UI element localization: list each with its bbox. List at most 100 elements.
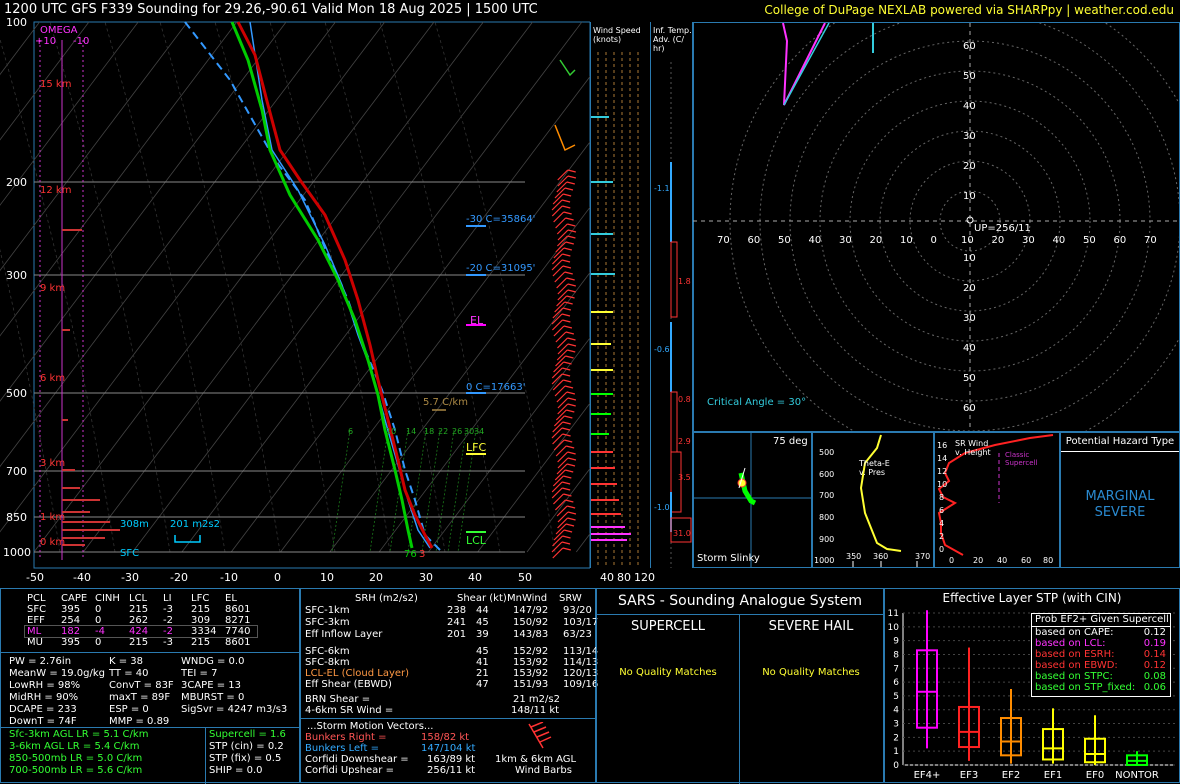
height-label: 15 km [40, 79, 72, 90]
slinky-angle: 75 deg [773, 436, 808, 447]
hodo-x-tick: 0 [930, 235, 937, 246]
cell: 0 [95, 615, 102, 626]
sr-ytick: 14 [937, 454, 948, 463]
sfc-temp-value: 3 [419, 549, 426, 560]
kin-cell: 109/16 [563, 679, 599, 690]
sfc-label: SFC [120, 548, 140, 559]
sars-panel: SARS - Sounding Analogue System SUPERCEL… [596, 588, 884, 784]
stp-y-tick: 0 [893, 761, 899, 771]
thermo-value: TEI = 7 [181, 668, 218, 679]
mixing-label: 18 [424, 427, 435, 436]
kin-cell: 93/20 [563, 605, 592, 616]
temp-tick: -30 [121, 571, 139, 584]
lapse-rate-label: 5.7 C/km [423, 397, 468, 408]
kin-cell: 44 [476, 605, 489, 616]
pressure-tick: 700 [6, 465, 27, 478]
thermo-value: 3CAPE = 13 [181, 680, 241, 691]
pressure-tick: 300 [6, 269, 27, 282]
legend-value: 0.06 [1143, 682, 1166, 693]
hodo-trace-mid [783, 23, 830, 106]
cell: 395 [61, 604, 81, 615]
stp-y-tick: 9 [893, 637, 899, 647]
freezing-label: -20 C=31095' [466, 263, 536, 274]
thermo-value: MBURST = 0 [181, 692, 245, 703]
divider [1, 652, 299, 653]
thermo-col-2: K = 38 TT = 40 ConvT = 83F maxT = 89F ES… [109, 656, 174, 728]
wind-speed-tick: 40 [600, 571, 614, 584]
freezing-label: -30 C=35864' [466, 214, 536, 225]
lapse-rates: Sfc-3km AGL LR = 5.1 C/km 3-6km AGL LR =… [9, 729, 148, 777]
theta-e-ytick: 900 [819, 535, 835, 544]
thermo-value: SigSvr = 4247 m3/s3 [181, 704, 288, 715]
hazard-value: MARGINAL [1085, 489, 1155, 504]
hodo-x-tick: 40 [1052, 235, 1066, 246]
slinky-label: Storm Slinky [697, 553, 760, 564]
theta-e-label: Theta-E v. Pres [859, 459, 890, 477]
legend-row: based on ESRH: 0.14 [1032, 649, 1170, 660]
temp-tick: -10 [220, 571, 238, 584]
cell: 3334 [191, 626, 217, 637]
freezing-label: 0 C=17663' [466, 382, 526, 393]
composite-value: Supercell = 1.6 [209, 729, 286, 740]
cell: ML [27, 626, 42, 637]
temp-adv-title: Inf. Temp. [653, 26, 692, 35]
cell: -3 [163, 604, 173, 615]
temp-tick: 0 [274, 571, 281, 584]
adv-value: -0.6 [654, 345, 670, 354]
sr-ytick: 12 [937, 467, 948, 476]
hodo-y-tick: 60 [963, 403, 976, 414]
sr-xtick: 60 [1021, 556, 1032, 565]
hodo-y-tick: 20 [963, 161, 976, 172]
kin-cell: 151/93 [513, 679, 549, 690]
legend-label: based on STP_fixed: [1035, 682, 1136, 693]
temp-advection-chart [670, 62, 692, 568]
thermo-value: K = 38 [109, 656, 144, 667]
wind-speed-panel: Wind Speed (knots) [590, 22, 651, 568]
hodo-x-tick: 60 [1113, 235, 1127, 246]
hodo-x-tick: 50 [1083, 235, 1096, 246]
table-row: EFF 254 0 262 -2 309 8271 [25, 615, 257, 626]
sr-ytick: 16 [937, 441, 948, 450]
lapse-value: 3-6km AGL LR = 5.4 C/km [9, 741, 140, 752]
adv-value: -1.1 [654, 184, 670, 193]
temp-tick: 50 [518, 571, 532, 584]
lapse-value: 850-500mb LR = 5.0 C/km [9, 753, 143, 764]
pressure-tick: 1000 [3, 546, 31, 559]
temp-adv-unit2: hr) [653, 44, 665, 53]
thermo-value: MidRH = 90% [9, 692, 79, 703]
legend-title: Prob EF2+ Given Supercell [1032, 614, 1170, 627]
divider [1, 727, 299, 728]
sr-wind-panel: SR Wind v. Height Classic Supercell 16 1… [934, 432, 1060, 568]
stp-y-tick: 7 [893, 664, 899, 674]
composite-value: STP (fix) = 0.5 [209, 753, 282, 764]
divider [301, 718, 595, 719]
thermo-value: PW = 2.76in [9, 656, 72, 667]
stp-y-tick: 8 [893, 650, 899, 660]
stp-y-tick: 6 [893, 678, 899, 688]
hodo-x-tick: 30 [1022, 235, 1035, 246]
hodo-y-tick: 50 [963, 373, 976, 384]
storm-slinky-chart [693, 433, 811, 567]
kin-cell: 103/17 [563, 617, 599, 628]
sars-supercell-result: No Quality Matches [619, 667, 717, 678]
kin-cell: 143/83 [513, 629, 549, 640]
kin-header: MnWind [507, 593, 548, 604]
sr-ytick: 4 [939, 519, 945, 528]
parcel-header: EL [225, 593, 237, 604]
thermo-value: MeanW = 19.0g/kg [9, 668, 105, 679]
sr-xtick: 20 [973, 556, 984, 565]
srwind-value: 148/11 kt [511, 705, 560, 716]
wind-speed-title: Wind Speed [593, 26, 641, 35]
kin-cell: 39 [476, 629, 489, 640]
theta-e-ytick: 500 [819, 448, 835, 457]
legend-rows: based on CAPE: 0.12 based on LCL: 0.19 based… [1032, 627, 1170, 693]
stp-category-label: EF3 [960, 770, 978, 781]
temp-tick: -40 [73, 571, 91, 584]
cell: 215 [191, 637, 211, 648]
cell: 0 [95, 637, 102, 648]
sr-ytick: 8 [939, 493, 945, 502]
thermo-value: TT = 40 [109, 668, 149, 679]
height-label: 1 km [40, 512, 66, 523]
divider [739, 614, 740, 784]
wind-speed-bars [591, 116, 631, 541]
